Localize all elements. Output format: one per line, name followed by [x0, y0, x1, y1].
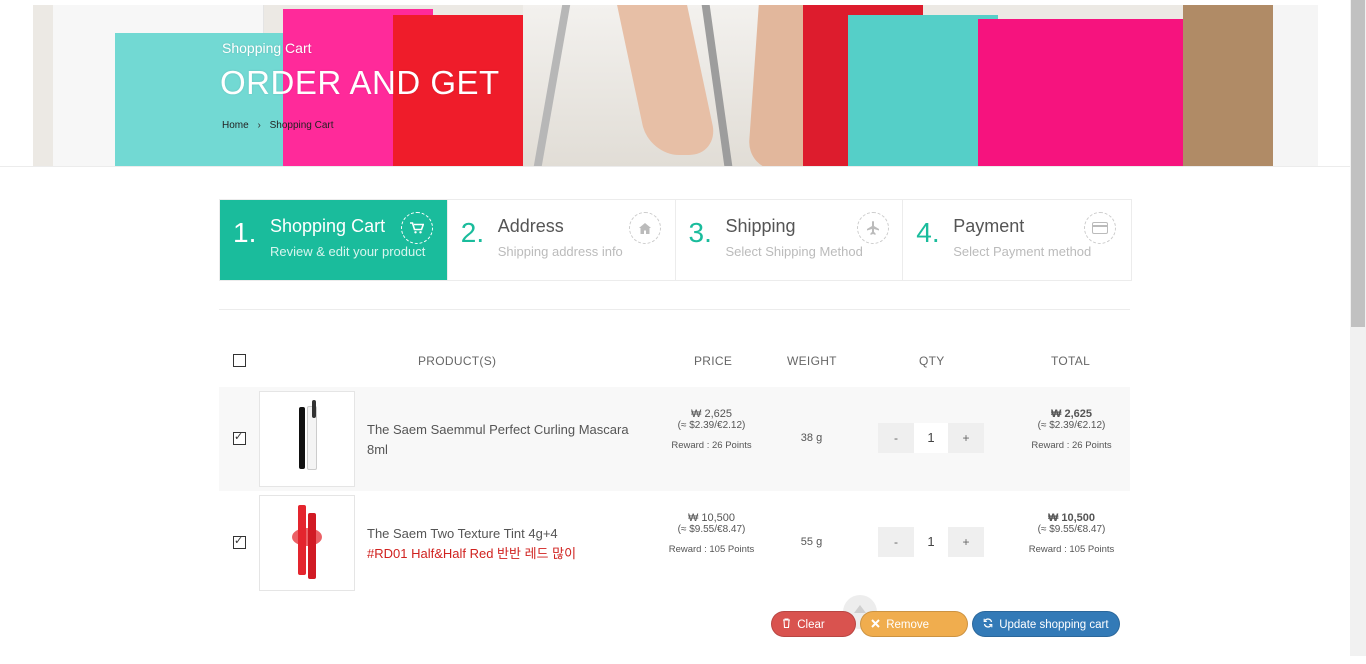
airplane-icon	[856, 212, 889, 244]
product-info: The Saem Two Texture Tint 4g+4 #RD01 Hal…	[367, 524, 637, 564]
qty-input[interactable]: 1	[914, 423, 948, 453]
product-name-link[interactable]: The Saem Two Texture Tint 4g+4	[367, 524, 637, 544]
step-title: Shipping	[725, 216, 796, 236]
scrollbar-thumb[interactable]	[1351, 0, 1365, 327]
clear-cart-button[interactable]: Clear cart	[771, 611, 856, 657]
total-converted: (≈ $9.55/€8.47)	[1037, 524, 1106, 535]
reward-points: Reward : 105 Points	[668, 544, 755, 555]
column-header-weight: WEIGHT	[787, 354, 837, 368]
breadcrumb-home-link[interactable]: Home	[222, 120, 249, 131]
unit-price: ₩ 2,625 (≈ $2.39/€2.12) Reward : 26 Poin…	[659, 408, 764, 451]
divider	[0, 166, 1350, 167]
banner-bag	[848, 15, 998, 166]
reward-points: Reward : 26 Points	[1031, 440, 1112, 451]
step-title: Address	[497, 216, 564, 236]
reward-points: Reward : 105 Points	[1028, 544, 1115, 555]
price-converted: (≈ $2.39/€2.12)	[677, 420, 746, 431]
breadcrumb-current: Shopping Cart	[269, 120, 334, 131]
qty-increase-button[interactable]: +	[948, 527, 984, 557]
step-title: Payment	[953, 216, 1025, 236]
reward-points: Reward : 26 Points	[671, 440, 752, 451]
table-row: The Saem Two Texture Tint 4g+4 #RD01 Hal…	[219, 491, 1130, 595]
banner-subtitle: Shopping Cart	[222, 40, 312, 56]
price-value: ₩ 2,625	[691, 408, 732, 420]
qty-input[interactable]: 1	[914, 527, 948, 557]
page-title: ORDER AND GET	[220, 64, 500, 101]
column-header-total: TOTAL	[1051, 354, 1091, 368]
breadcrumb: Home › Shopping Cart	[222, 120, 340, 131]
table-row: The Saem Saemmul Perfect Curling Mascara…	[219, 387, 1130, 491]
checkout-steps: 1. Shopping Cart Review & edit your prod…	[219, 199, 1132, 281]
tint-image	[292, 503, 322, 583]
step-title: Shopping Cart	[270, 216, 386, 236]
home-icon	[628, 212, 661, 244]
row-checkbox[interactable]	[233, 430, 246, 445]
refresh-icon	[983, 618, 996, 631]
qty-decrease-button[interactable]: -	[878, 423, 914, 453]
cart-icon	[401, 212, 433, 244]
cart-table-header: PRODUCT(S) PRICE WEIGHT QTY TOTAL	[219, 340, 1130, 384]
column-header-product: PRODUCT(S)	[418, 354, 497, 368]
step-number: 4.	[916, 217, 940, 248]
credit-card-icon	[1084, 212, 1117, 244]
product-thumbnail[interactable]	[259, 495, 355, 591]
product-weight: 38 g	[800, 432, 823, 444]
product-name-link[interactable]: The Saem Saemmul Perfect Curling Mascara…	[367, 420, 637, 460]
cart-actions: Clear cart Remove Items Update shopping …	[771, 611, 1124, 657]
product-weight: 55 g	[800, 536, 823, 548]
qty-decrease-button[interactable]: -	[878, 527, 914, 557]
step-shipping[interactable]: 3. Shipping Select Shipping Method	[676, 200, 904, 280]
row-total: ₩ 2,625 (≈ $2.39/€2.12) Reward : 26 Poin…	[1019, 408, 1124, 451]
row-total: ₩ 10,500 (≈ $9.55/€8.47) Reward : 105 Po…	[1019, 512, 1124, 555]
unit-price: ₩ 10,500 (≈ $9.55/€8.47) Reward : 105 Po…	[659, 512, 764, 555]
qty-increase-button[interactable]: +	[948, 423, 984, 453]
column-header-qty: QTY	[919, 354, 945, 368]
column-header-price: PRICE	[694, 354, 733, 368]
total-converted: (≈ $2.39/€2.12)	[1037, 420, 1106, 431]
step-number: 3.	[688, 217, 712, 248]
step-number: 1.	[233, 217, 257, 248]
remove-items-button[interactable]: Remove Items	[860, 611, 968, 657]
step-description: Review & edit your product	[270, 244, 426, 259]
price-converted: (≈ $9.55/€8.47)	[677, 524, 746, 535]
total-value: ₩ 10,500	[1047, 512, 1096, 524]
total-value: ₩ 2,625	[1051, 408, 1092, 420]
trash-icon	[782, 618, 794, 631]
row-checkbox[interactable]	[233, 534, 246, 549]
price-value: ₩ 10,500	[687, 512, 736, 524]
quantity-stepper: - 1 +	[878, 423, 984, 453]
select-all-checkbox[interactable]	[233, 354, 246, 367]
step-description: Select Shipping Method	[725, 244, 863, 259]
step-payment[interactable]: 4. Payment Select Payment method	[903, 200, 1131, 280]
banner-background	[1273, 5, 1318, 166]
step-description: Select Payment method	[953, 244, 1092, 259]
product-thumbnail[interactable]	[259, 391, 355, 487]
step-number: 2.	[460, 217, 485, 248]
step-shopping-cart[interactable]: 1. Shopping Cart Review & edit your prod…	[220, 200, 448, 280]
product-option: #RD01 Half&Half Red 반반 레드 많이	[367, 546, 577, 561]
step-description: Shipping address info	[497, 244, 623, 259]
update-cart-button[interactable]: Update shopping cart	[972, 611, 1120, 637]
close-icon	[871, 619, 883, 631]
breadcrumb-separator: ›	[257, 120, 261, 131]
mascara-image	[292, 400, 322, 474]
quantity-stepper: - 1 +	[878, 527, 984, 557]
divider	[219, 309, 1130, 310]
step-address[interactable]: 2. Address Shipping address info	[448, 200, 676, 280]
update-cart-label: Update shopping cart	[999, 619, 1109, 631]
